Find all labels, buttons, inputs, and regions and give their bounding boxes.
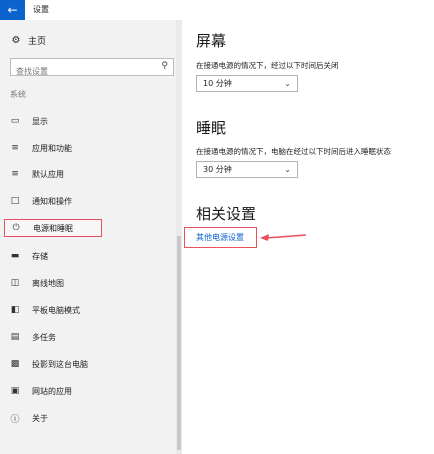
sidebar-item-label: 离线地图 [32, 278, 64, 288]
sidebar-item-label: 网站的应用 [32, 386, 72, 396]
about-icon: ⓘ [10, 414, 20, 425]
screen-description: 在接通电源的情况下，经过以下时间后关闭 [196, 61, 339, 70]
sidebar-item-tablet-mode[interactable]: ◧ 平板电脑模式 [10, 301, 80, 319]
sidebar-item-label: 电源和睡眠 [33, 223, 73, 233]
chevron-down-icon: ⌄ [284, 165, 291, 174]
sidebar-item-label: 默认应用 [32, 169, 64, 179]
annotation-arrow-icon [260, 234, 307, 241]
search-input[interactable] [11, 63, 156, 80]
multitasking-icon: ▤ [10, 332, 20, 342]
main-content: 屏幕 在接通电源的情况下，经过以下时间后关闭 10 分钟 ⌄ 睡眠 在接通电源的… [184, 0, 434, 454]
sidebar-item-about[interactable]: ⓘ 关于 [10, 409, 48, 427]
section-label: 系统 [10, 90, 26, 99]
offline-maps-icon: ◫ [10, 278, 20, 288]
sidebar-item-web-apps[interactable]: ▣ 网站的应用 [10, 382, 72, 400]
gear-icon: ⚙ [11, 35, 21, 46]
tablet-mode-icon: ◧ [10, 305, 20, 315]
display-icon: ▭ [10, 116, 20, 126]
related-settings-heading: 相关设置 [196, 205, 257, 223]
search-box[interactable]: ⚲ [10, 58, 174, 80]
sleep-timeout-dropdown[interactable]: 30 分钟 ⌄ [196, 161, 298, 178]
sidebar-item-offline-maps[interactable]: ◫ 离线地图 [10, 274, 64, 292]
apps-features-icon: ≡ [11, 143, 19, 153]
sleep-description: 在接通电源的情况下，电脑在经过以下时间后进入睡眠状态 [196, 147, 391, 156]
sidebar-item-project[interactable]: ▩ 投影到这台电脑 [10, 355, 88, 373]
app-title: 设置 [33, 5, 49, 14]
sidebar-item-apps-features[interactable]: ≡ 应用和功能 [10, 139, 72, 157]
screen-timeout-dropdown[interactable]: 10 分钟 ⌄ [196, 75, 298, 92]
sleep-heading: 睡眠 [196, 119, 227, 137]
notifications-icon: □ [10, 196, 20, 206]
sidebar-item-label: 关于 [32, 413, 48, 423]
search-icon[interactable]: ⚲ [161, 61, 168, 71]
home-label: 主页 [28, 37, 47, 47]
sidebar-item-default-apps[interactable]: ≡ 默认应用 [10, 165, 64, 183]
sidebar-item-display[interactable]: ▭ 显示 [10, 112, 48, 130]
sidebar-item-label: 多任务 [32, 332, 56, 342]
screen-heading: 屏幕 [196, 32, 227, 50]
additional-power-settings-link[interactable]: 其他电源设置 [196, 232, 244, 243]
screen-timeout-value: 10 分钟 [203, 79, 232, 88]
sidebar-item-label: 平板电脑模式 [32, 305, 80, 315]
sidebar-item-label: 存储 [32, 251, 48, 261]
chevron-down-icon: ⌄ [284, 79, 291, 88]
sleep-timeout-value: 30 分钟 [203, 165, 232, 174]
sidebar-item-label: 显示 [32, 116, 48, 126]
sidebar-item-storage[interactable]: ▬ 存储 [10, 247, 48, 265]
sidebar-item-power-sleep[interactable]: ⏻ 电源和睡眠 [4, 219, 102, 237]
scrollbar-thumb[interactable] [177, 236, 181, 450]
power-icon: ⏻ [12, 223, 20, 233]
sidebar-item-label: 通知和操作 [32, 196, 72, 206]
back-arrow-icon: ← [7, 3, 18, 17]
default-apps-icon: ≡ [11, 169, 19, 179]
web-apps-icon: ▣ [10, 386, 20, 396]
sidebar-item-label: 投影到这台电脑 [32, 359, 88, 369]
storage-icon: ▬ [10, 251, 20, 261]
sidebar-item-multitasking[interactable]: ▤ 多任务 [10, 328, 56, 346]
home-link[interactable]: ⚙ 主页 [10, 34, 47, 47]
back-button[interactable]: ← [0, 0, 25, 20]
project-icon: ▩ [10, 359, 20, 369]
sidebar-item-notifications[interactable]: □ 通知和操作 [10, 192, 72, 210]
sidebar-item-label: 应用和功能 [32, 143, 72, 153]
